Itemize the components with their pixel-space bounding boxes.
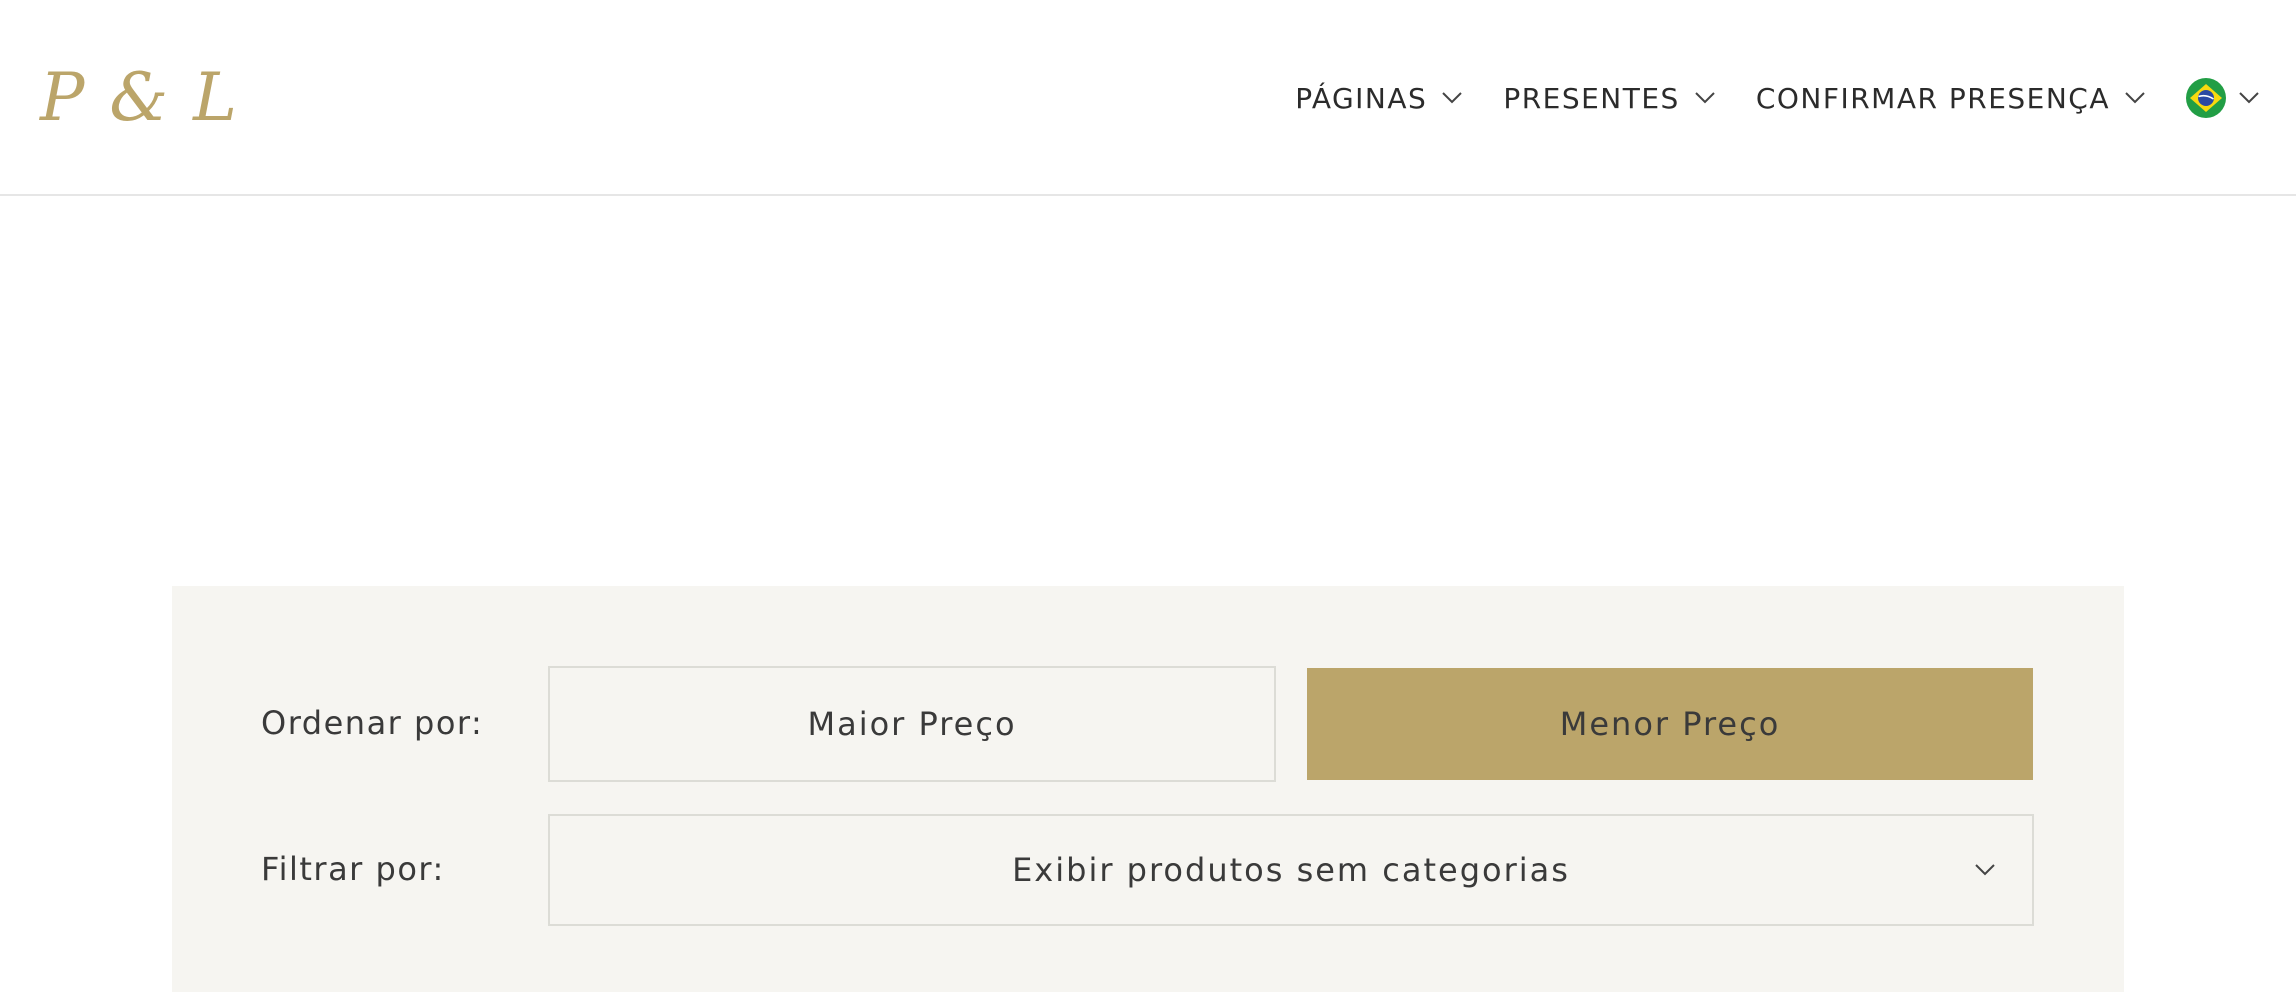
nav-item-presentes[interactable]: PRESENTES (1503, 82, 1716, 115)
sort-highest-price-button[interactable]: Maior Preço (548, 666, 1276, 782)
sort-lowest-price-button[interactable]: Menor Preço (1307, 668, 2033, 780)
chevron-down-icon (2239, 92, 2259, 104)
chevron-down-icon (2125, 92, 2145, 104)
select-value: Exibir produtos sem categorias (1012, 851, 1570, 889)
chevron-down-icon (1442, 92, 1463, 104)
sort-label: Ordenar por: (261, 704, 484, 742)
category-filter-select[interactable]: Exibir produtos sem categorias (548, 814, 2034, 926)
filter-panel: Ordenar por: Maior Preço Menor Preço Fil… (172, 586, 2124, 992)
button-label: Maior Preço (807, 705, 1017, 743)
nav-item-label: CONFIRMAR PRESENÇA (1755, 81, 2110, 115)
nav-item-label: PÁGINAS (1295, 81, 1428, 115)
main-nav: PÁGINAS PRESENTES CONFIRMAR PRESENÇA (1295, 70, 2260, 126)
chevron-down-icon (1975, 864, 1995, 876)
chevron-down-icon (1695, 92, 1715, 104)
filter-label: Filtrar por: (261, 850, 445, 888)
site-header: P & L PÁGINAS PRESENTES CONFIRMAR PRESEN… (0, 0, 2296, 196)
logo[interactable]: P & L (40, 58, 239, 138)
language-selector[interactable] (2186, 78, 2260, 118)
nav-item-label: PRESENTES (1503, 81, 1680, 115)
nav-item-paginas[interactable]: PÁGINAS (1295, 82, 1463, 115)
nav-item-confirmar-presenca[interactable]: CONFIRMAR PRESENÇA (1756, 82, 2146, 115)
brazil-flag-icon (2186, 78, 2226, 118)
button-label: Menor Preço (1559, 705, 1781, 743)
